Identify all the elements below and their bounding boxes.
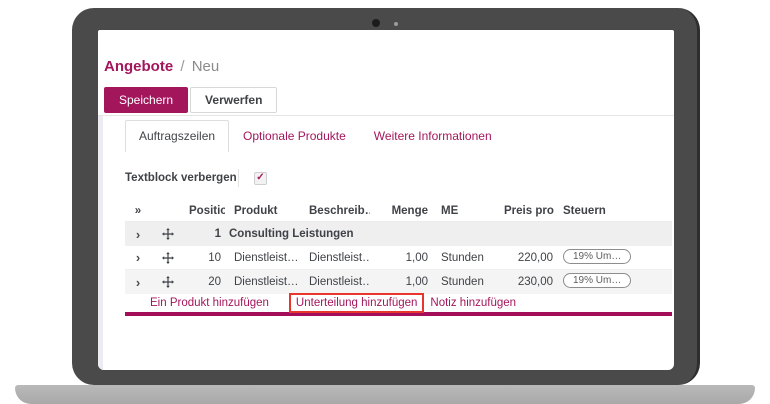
cell-me: Stunden [432,276,500,288]
hide-textblock-checkbox[interactable]: ✓ [254,172,267,185]
cell-me: Stunden [432,252,500,264]
drag-handle-icon[interactable] [151,252,185,264]
header-steuern[interactable]: Steuern [557,205,672,217]
drag-handle-icon[interactable] [151,276,185,288]
cell-position: 10 [185,252,225,264]
laptop-mockup: Angebote / Neu Speichern Verwerfen Auftr… [0,0,770,404]
webcam-icon [372,19,380,27]
header-produkt[interactable]: Produkt [225,205,305,217]
hide-textblock-label: Textblock verbergen [125,172,238,184]
header-divider [98,115,674,116]
breadcrumb-separator: / [180,58,184,75]
expand-row-icon[interactable]: › [125,276,151,289]
header-me[interactable]: ME [432,205,500,217]
column-toggle-header[interactable]: » [125,205,151,217]
table-row-product-10[interactable]: › 10 Dienstleist… Dienstleist… 1,00 Stun… [125,246,672,270]
expand-row-icon[interactable]: › [125,251,151,264]
tab-optionale-produkte[interactable]: Optionale Produkte [229,120,360,152]
tab-auftragszeilen[interactable]: Auftragszeilen [125,120,229,152]
cell-preis: 230,00 [500,276,557,288]
expand-row-icon[interactable]: › [125,228,151,241]
sheet-left-edge [98,116,103,370]
cell-produkt: Dienstleist… [225,252,305,264]
add-note-link[interactable]: Notiz hinzufügen [430,297,516,309]
table-row-product-20[interactable]: › 20 Dienstleist… Dienstleist… 1,00 Stun… [125,270,672,294]
annotation-highlight-box: Unterteilung hinzufügen [289,293,424,313]
cell-beschreibung: Dienstleist… [305,276,370,288]
tax-tag[interactable]: 19% Um… [563,249,631,264]
drag-handle-icon[interactable] [151,228,185,240]
header-preis[interactable]: Preis pro ME… [500,205,557,217]
order-lines-table: » Position Produkt Beschreib… Menge ME P… [125,200,672,316]
cell-produkt: Dienstleist… [225,276,305,288]
save-button[interactable]: Speichern [104,87,188,113]
checkmark-icon: ✓ [256,173,264,183]
cell-menge: 1,00 [370,252,432,264]
hide-textblock-field: Textblock verbergen ✓ [125,169,267,187]
action-buttons: Speichern Verwerfen [104,87,277,113]
cell-steuern: 19% Um… [557,273,672,291]
app-screen: Angebote / Neu Speichern Verwerfen Auftr… [98,30,674,370]
table-row-section[interactable]: › 1 Consulting Leistungen [125,222,672,246]
breadcrumb-parent-link[interactable]: Angebote [104,58,173,75]
cell-menge: 1,00 [370,276,432,288]
add-product-link[interactable]: Ein Produkt hinzufügen [150,297,269,309]
add-section-link[interactable]: Unterteilung hinzufügen [296,297,417,309]
laptop-base [15,385,755,404]
header-menge[interactable]: Menge [370,205,432,217]
cell-beschreibung: Dienstleist… [305,252,370,264]
breadcrumb: Angebote / Neu [104,58,219,75]
header-beschreibung[interactable]: Beschreib… [305,205,370,217]
field-divider [238,169,239,187]
cell-preis: 220,00 [500,252,557,264]
cell-position: 20 [185,276,225,288]
section-position: 1 [185,228,225,240]
camera-led-icon [394,22,398,26]
breadcrumb-current: Neu [192,58,220,75]
table-header-row: » Position Produkt Beschreib… Menge ME P… [125,200,672,222]
discard-button[interactable]: Verwerfen [190,87,277,113]
table-bottom-rule [125,312,672,316]
tax-tag[interactable]: 19% Um… [563,273,631,288]
section-name: Consulting Leistungen [225,228,672,240]
tab-weitere-informationen[interactable]: Weitere Informationen [360,120,506,152]
cell-steuern: 19% Um… [557,249,672,267]
notebook-tabs: Auftragszeilen Optionale Produkte Weiter… [125,120,506,152]
table-footer-links: Ein Produkt hinzufügen Unterteilung hinz… [125,294,672,311]
header-position[interactable]: Position [185,205,225,217]
